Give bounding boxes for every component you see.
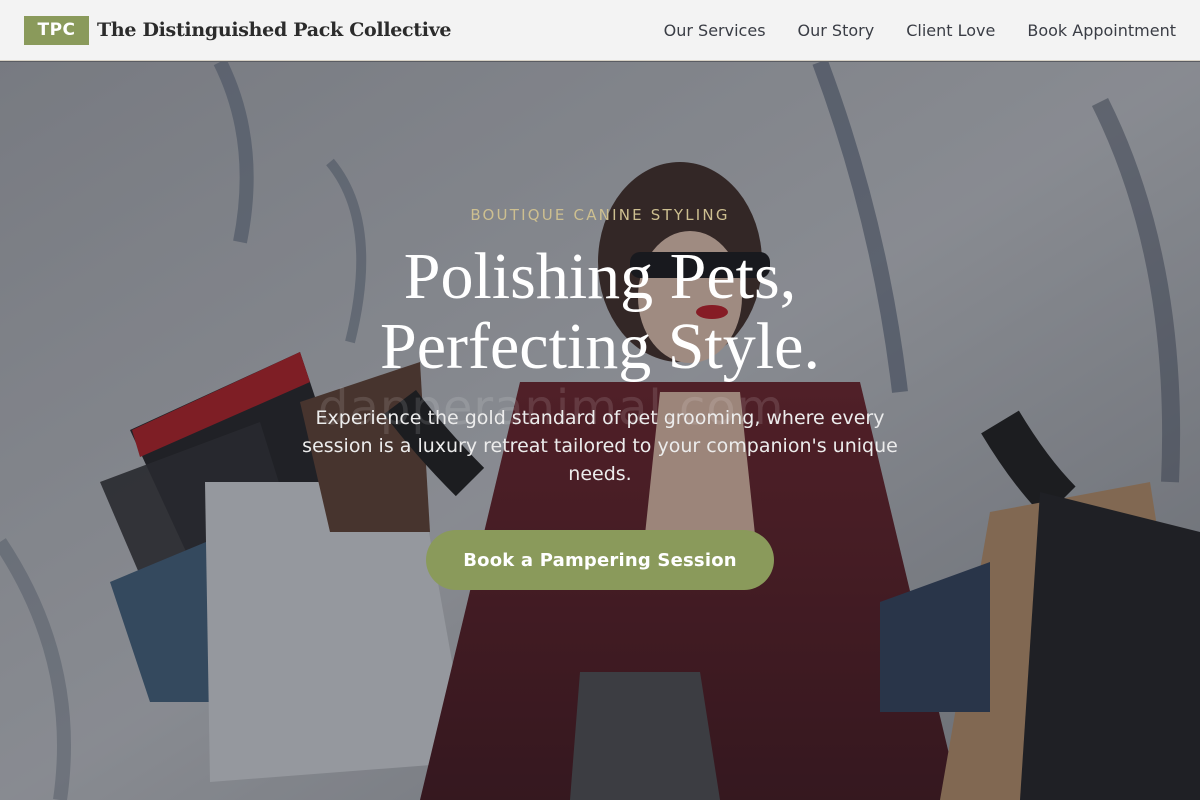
headline-line-1: Polishing Pets, <box>403 240 797 313</box>
brand-name[interactable]: The Distinguished Pack Collective <box>97 19 452 41</box>
book-pampering-session-button[interactable]: Book a Pampering Session <box>426 530 774 590</box>
hero-eyebrow: BOUTIQUE CANINE STYLING <box>470 206 730 224</box>
nav-book-appointment[interactable]: Book Appointment <box>1027 21 1176 40</box>
hero-subtext: Experience the gold standard of pet groo… <box>302 407 898 485</box>
main-nav: Our Services Our Story Client Love Book … <box>632 21 1176 40</box>
headline-line-2: Perfecting Style. <box>380 310 820 383</box>
hero-headline: Polishing Pets, Perfecting Style. <box>380 242 820 382</box>
brand[interactable]: TPC The Distinguished Pack Collective <box>24 15 452 45</box>
logo-badge[interactable]: TPC <box>24 15 89 45</box>
nav-our-services[interactable]: Our Services <box>664 21 766 40</box>
site-header: TPC The Distinguished Pack Collective Ou… <box>0 0 1200 61</box>
hero-content: BOUTIQUE CANINE STYLING Polishing Pets, … <box>0 62 1200 800</box>
nav-client-love[interactable]: Client Love <box>906 21 995 40</box>
nav-our-story[interactable]: Our Story <box>798 21 875 40</box>
hero-section: dapperanimal.com BOUTIQUE CANINE STYLING… <box>0 62 1200 800</box>
